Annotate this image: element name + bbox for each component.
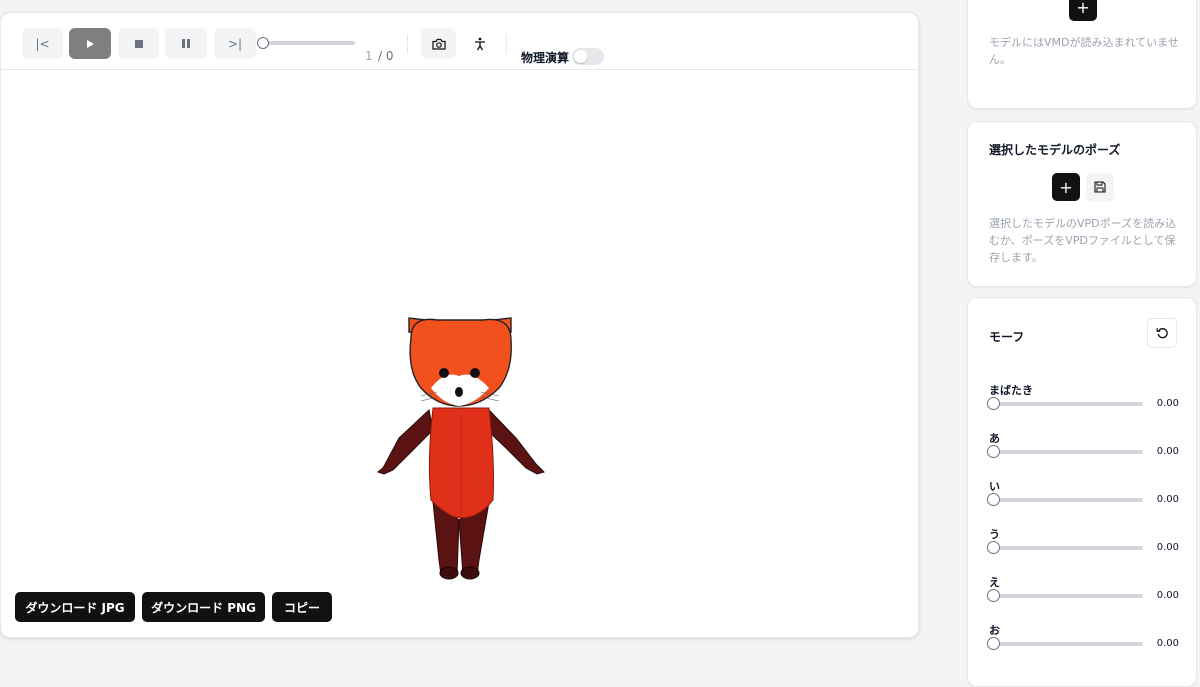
floppy-disk-icon bbox=[1094, 181, 1106, 193]
pose-button[interactable] bbox=[464, 28, 495, 59]
first-frame-button[interactable]: |< bbox=[22, 28, 63, 59]
morph-value: 0.00 bbox=[1156, 638, 1179, 649]
play-button[interactable] bbox=[69, 28, 111, 59]
morph-value: 0.00 bbox=[1156, 446, 1179, 457]
frame-total: / 0 bbox=[378, 49, 394, 63]
morph-slider-knob[interactable] bbox=[987, 445, 1000, 458]
model-canvas[interactable] bbox=[1, 70, 918, 637]
morph-value: 0.00 bbox=[1156, 590, 1179, 601]
morph-slider[interactable] bbox=[993, 642, 1143, 646]
person-pose-icon bbox=[474, 37, 485, 50]
morph-row: あ 0.00 bbox=[987, 430, 1179, 474]
morph-row: え 0.00 bbox=[987, 574, 1179, 618]
physics-label: 物理演算 bbox=[521, 51, 570, 65]
seek-knob[interactable] bbox=[257, 37, 269, 49]
stop-button[interactable] bbox=[118, 28, 159, 59]
morph-label: い bbox=[989, 480, 1000, 493]
morph-slider-knob[interactable] bbox=[987, 541, 1000, 554]
plus-icon: + bbox=[1059, 177, 1073, 197]
toolbar-divider bbox=[407, 34, 408, 54]
toolbar-divider-2 bbox=[506, 34, 507, 54]
pose-card-description: 選択したモデルのVPDポーズを読み込むか、ポーズをVPDファイルとして保存します… bbox=[989, 217, 1177, 264]
morph-row: まばたき 0.00 bbox=[987, 382, 1179, 426]
download-png-button[interactable]: ダウンロード PNG bbox=[142, 592, 265, 622]
morph-slider-knob[interactable] bbox=[987, 493, 1000, 506]
physics-toggle-knob bbox=[574, 50, 587, 63]
screenshot-button[interactable] bbox=[421, 28, 456, 59]
load-pose-button[interactable]: + bbox=[1052, 173, 1080, 201]
last-frame-button[interactable]: >| bbox=[214, 28, 256, 59]
morph-slider-knob[interactable] bbox=[987, 397, 1000, 410]
skip-to-start-icon: |< bbox=[35, 36, 50, 51]
motion-card: + モデルにはVMDが読み込まれていません。 bbox=[967, 0, 1197, 109]
morph-row: う 0.00 bbox=[987, 526, 1179, 570]
pause-button[interactable] bbox=[165, 28, 207, 59]
pose-card-title: 選択したモデルのポーズ bbox=[989, 143, 1121, 157]
morph-slider[interactable] bbox=[993, 546, 1143, 550]
morph-value: 0.00 bbox=[1156, 398, 1179, 409]
camera-icon bbox=[431, 38, 446, 50]
seek-slider[interactable] bbox=[257, 37, 355, 49]
morph-card: モーフ まばたき 0.00 あ 0.00 い 0.00 う 0.00 え 0.00 お 0.00 bbox=[967, 297, 1197, 687]
morph-card-title: モーフ bbox=[989, 330, 1025, 344]
motion-card-description: モデルにはVMDが読み込まれていません。 bbox=[989, 36, 1179, 66]
morph-slider[interactable] bbox=[993, 594, 1143, 598]
frame-current: 1 bbox=[365, 49, 373, 63]
reset-morphs-button[interactable] bbox=[1147, 318, 1177, 348]
playback-toolbar: |< >| 1 / 0 物理演算 bbox=[1, 13, 918, 70]
morph-value: 0.00 bbox=[1156, 494, 1179, 505]
morph-row: お 0.00 bbox=[987, 622, 1179, 666]
morph-label: あ bbox=[989, 432, 1000, 445]
morph-slider[interactable] bbox=[993, 402, 1143, 406]
viewer-panel: |< >| 1 / 0 物理演算 ダウンロード JPG ダウンロード PNG コ… bbox=[0, 12, 919, 638]
morph-label: う bbox=[989, 528, 1000, 541]
stop-icon bbox=[134, 39, 143, 48]
pose-card: 選択したモデルのポーズ + 選択したモデルのVPDポーズを読み込むか、ポーズをV… bbox=[967, 121, 1197, 287]
morph-slider[interactable] bbox=[993, 498, 1143, 502]
morph-slider-knob[interactable] bbox=[987, 589, 1000, 602]
skip-to-end-icon: >| bbox=[227, 36, 243, 51]
download-jpg-button[interactable]: ダウンロード JPG bbox=[15, 592, 135, 622]
morph-label: お bbox=[989, 624, 1000, 637]
physics-toggle[interactable] bbox=[572, 48, 604, 65]
pause-icon bbox=[182, 39, 190, 48]
add-motion-button[interactable]: + bbox=[1069, 0, 1097, 21]
morph-label: え bbox=[989, 576, 1000, 589]
morph-value: 0.00 bbox=[1156, 542, 1179, 553]
morph-slider[interactable] bbox=[993, 450, 1143, 454]
morph-row: い 0.00 bbox=[987, 478, 1179, 522]
morph-slider-knob[interactable] bbox=[987, 637, 1000, 650]
plus-icon: + bbox=[1076, 0, 1090, 17]
save-pose-button[interactable] bbox=[1086, 173, 1114, 201]
red-panda-model bbox=[376, 317, 545, 580]
morph-label: まばたき bbox=[989, 384, 1033, 397]
copy-button[interactable]: コピー bbox=[272, 592, 332, 622]
play-icon bbox=[87, 39, 94, 48]
reset-icon bbox=[1156, 327, 1168, 338]
